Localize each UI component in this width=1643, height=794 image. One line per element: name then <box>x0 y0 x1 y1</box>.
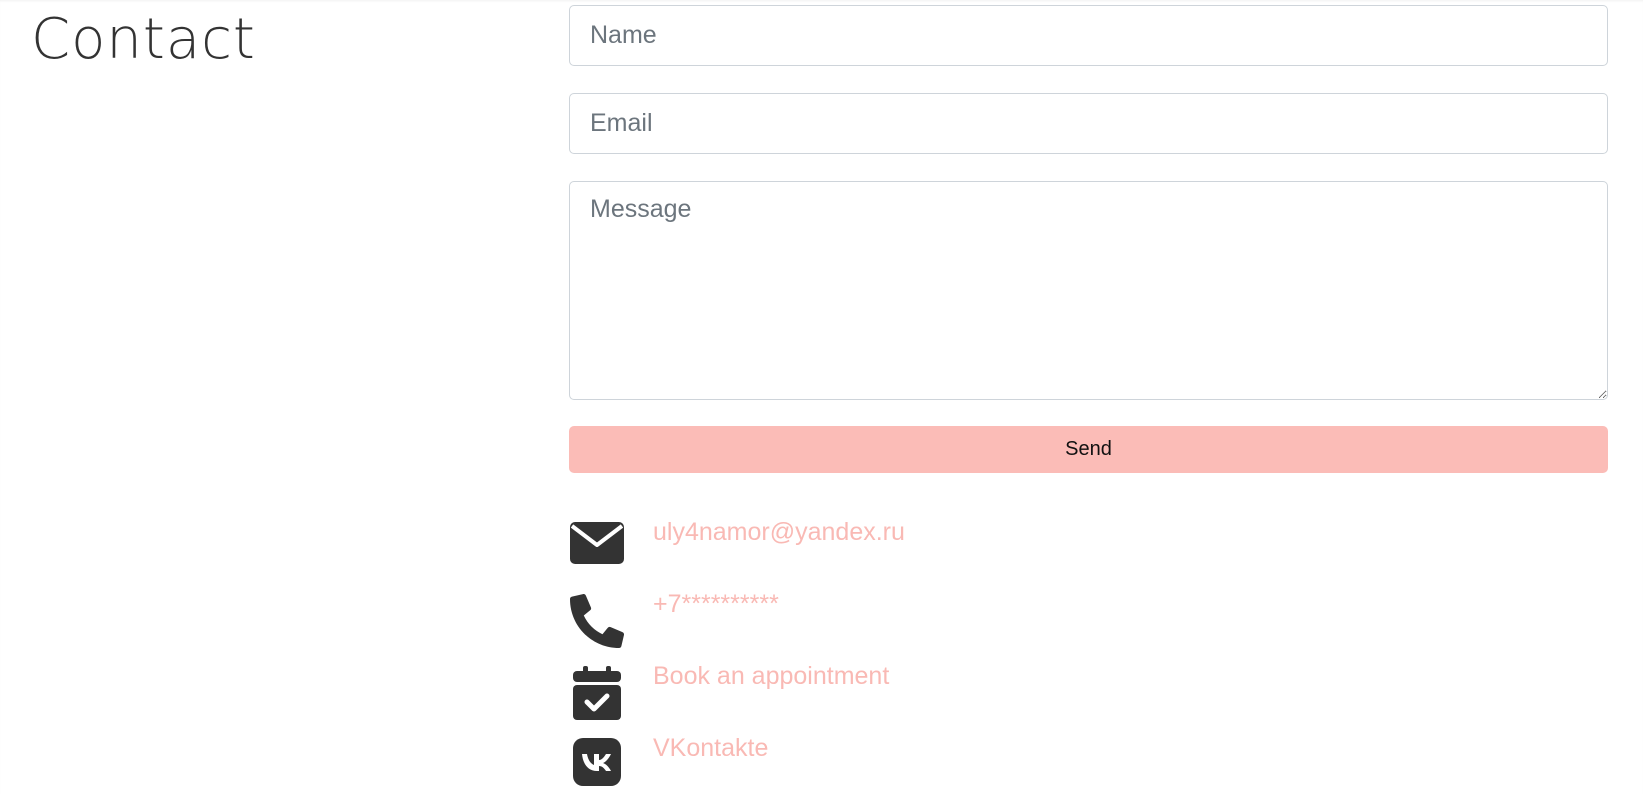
page-title: Contact <box>31 7 256 72</box>
contact-list: uly4namor@yandex.ru +7********** Book an… <box>569 518 1608 794</box>
email-input[interactable] <box>569 93 1608 154</box>
vk-link[interactable]: VKontakte <box>653 730 768 766</box>
contact-item-vk: VKontakte <box>569 734 1608 794</box>
email-link[interactable]: uly4namor@yandex.ru <box>653 514 905 550</box>
contact-page: Contact Send uly4namor@yandex.ru +7*****… <box>0 0 1643 794</box>
phone-link[interactable]: +7********** <box>653 586 779 622</box>
envelope-icon <box>569 522 625 578</box>
calendar-check-icon <box>569 666 625 722</box>
contact-form: Send <box>569 5 1608 473</box>
message-textarea[interactable] <box>569 181 1608 400</box>
vk-icon <box>569 738 625 794</box>
contact-item-appointment: Book an appointment <box>569 662 1608 738</box>
appointment-link[interactable]: Book an appointment <box>653 658 889 694</box>
name-input[interactable] <box>569 5 1608 66</box>
phone-icon <box>569 594 625 650</box>
contact-item-email: uly4namor@yandex.ru <box>569 518 1608 594</box>
send-button[interactable]: Send <box>569 426 1608 473</box>
contact-item-phone: +7********** <box>569 590 1608 666</box>
